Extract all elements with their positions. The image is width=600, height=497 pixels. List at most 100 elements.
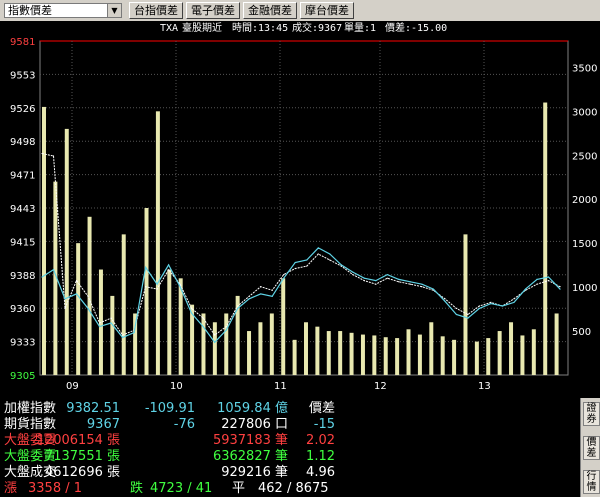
side-tab-securities[interactable]: 證券: [583, 402, 600, 426]
series-point: [363, 280, 365, 282]
electronic-spread-button[interactable]: 電子價差: [186, 2, 240, 19]
volume-bar: [349, 332, 354, 375]
volume-bar: [224, 313, 229, 375]
series-point: [294, 267, 296, 270]
volume-bar: [42, 106, 46, 375]
volume-bar: [520, 335, 525, 375]
info-row-value: 9382.51: [66, 401, 120, 416]
taiex-spread-button[interactable]: 台指價差: [129, 2, 183, 19]
x-tick-label: 13: [478, 381, 491, 392]
series-point: [490, 303, 492, 305]
series-point: [421, 283, 423, 285]
series-point: [168, 269, 170, 271]
index-spread-select[interactable]: 指數價差 ▼: [4, 3, 122, 18]
info-row-value: 6362827 筆: [212, 449, 288, 464]
volume-bar: [258, 322, 263, 375]
series-point: [294, 261, 296, 264]
series-point: [306, 259, 308, 261]
quote-header: TXA 臺股期近 時間:13:45 成交:9367 單量:1 價差:-15.00: [0, 22, 600, 35]
volume-bar: [338, 331, 343, 375]
volume-bar: [269, 313, 274, 375]
y-tick-label: 9553: [10, 70, 35, 81]
volume-bar: [531, 329, 536, 375]
volume-bar: [133, 313, 138, 375]
series-point: [145, 286, 147, 288]
series-point: [64, 298, 66, 300]
volume-bar: [292, 339, 297, 375]
y2-tick-label: 2500: [572, 151, 597, 162]
series-point: [444, 298, 446, 300]
series-point: [467, 317, 469, 319]
y-tick-label: 9333: [10, 338, 35, 349]
volume-bar: [281, 278, 286, 375]
y2-tick-label: 3500: [572, 63, 597, 74]
series-point: [75, 293, 78, 295]
info-row-value: 1.12: [306, 449, 335, 464]
series-point: [168, 264, 170, 266]
volume-bar: [406, 329, 411, 375]
volume-bar: [121, 234, 126, 375]
select-value: 指數價差: [8, 4, 52, 17]
info-row-value: 5937183 筆: [212, 433, 288, 448]
series-point: [260, 286, 262, 288]
header-time: 時間:13:45: [232, 23, 289, 34]
series-point: [386, 273, 388, 276]
volume-bar: [76, 243, 81, 375]
y-tick-label: 9415: [10, 237, 35, 248]
series-point: [248, 298, 250, 300]
series-point: [179, 283, 181, 285]
volume-bar: [463, 234, 468, 375]
info-row-label: 期貨指數: [4, 417, 57, 432]
series-point: [547, 276, 550, 278]
series-point: [352, 271, 354, 273]
header-name: 臺股期近: [182, 23, 222, 34]
y-tick-label: 9526: [10, 104, 35, 115]
volume-bar: [360, 334, 365, 375]
series-point: [559, 288, 561, 290]
series-point: [363, 277, 365, 279]
info-row-value: -15: [313, 417, 335, 432]
volume-bar: [167, 269, 172, 375]
series-point: [501, 305, 504, 307]
volume-bar: [155, 111, 160, 375]
info-row-value: 4612696 張: [44, 465, 120, 480]
side-tab-quote[interactable]: 行情: [583, 470, 600, 494]
volume-bar: [497, 331, 502, 375]
volume-bar: [543, 102, 548, 376]
series-point: [317, 247, 319, 249]
info-row-value: 12006154 張: [36, 433, 120, 448]
volume-bar: [201, 313, 206, 375]
y2-tick-label: 1500: [572, 239, 597, 250]
y-tick-label: 9305: [10, 371, 35, 382]
info-row-value: 1059.84 億: [217, 401, 288, 416]
volume-bar: [64, 128, 69, 375]
y-tick-label: 9498: [10, 137, 35, 148]
header-spread: 價差:-15.00: [385, 23, 448, 34]
volume-bar: [452, 339, 457, 375]
series-point: [306, 265, 308, 267]
series-point: [409, 283, 411, 285]
series-point: [133, 332, 135, 334]
chevron-down-icon[interactable]: ▼: [107, 4, 121, 17]
decline-label: 跌: [130, 481, 144, 496]
intraday-chart: 9581 9553 9526 9498 9471 9443 9415 9388 9360 9333…: [0, 35, 600, 397]
series-point: [559, 286, 561, 288]
msci-spread-button[interactable]: 摩台價差: [300, 2, 354, 19]
advance-value: 3358 / 1: [28, 481, 82, 496]
volume-bar: [395, 338, 400, 375]
series-point: [352, 273, 354, 276]
series-point: [283, 273, 285, 276]
y-tick-label: 9388: [10, 271, 35, 282]
info-row-value: -109.91: [144, 401, 195, 416]
info-row-value: 7137551 張: [44, 449, 120, 464]
series-point: [375, 280, 377, 282]
series-point: [237, 307, 239, 310]
side-tab-spread[interactable]: 價差: [583, 436, 600, 460]
info-row-value: 4.96: [306, 465, 335, 480]
market-info-panel: 加權指數 9382.51 -109.91 1059.84 億 價差 期貨指數 9367 -76…: [0, 398, 580, 497]
header-volume: 成交:9367: [292, 23, 343, 34]
volume-bar: [509, 322, 514, 375]
series-point: [490, 301, 492, 303]
financial-spread-button[interactable]: 金融價差: [243, 2, 297, 19]
series-point: [340, 264, 342, 266]
